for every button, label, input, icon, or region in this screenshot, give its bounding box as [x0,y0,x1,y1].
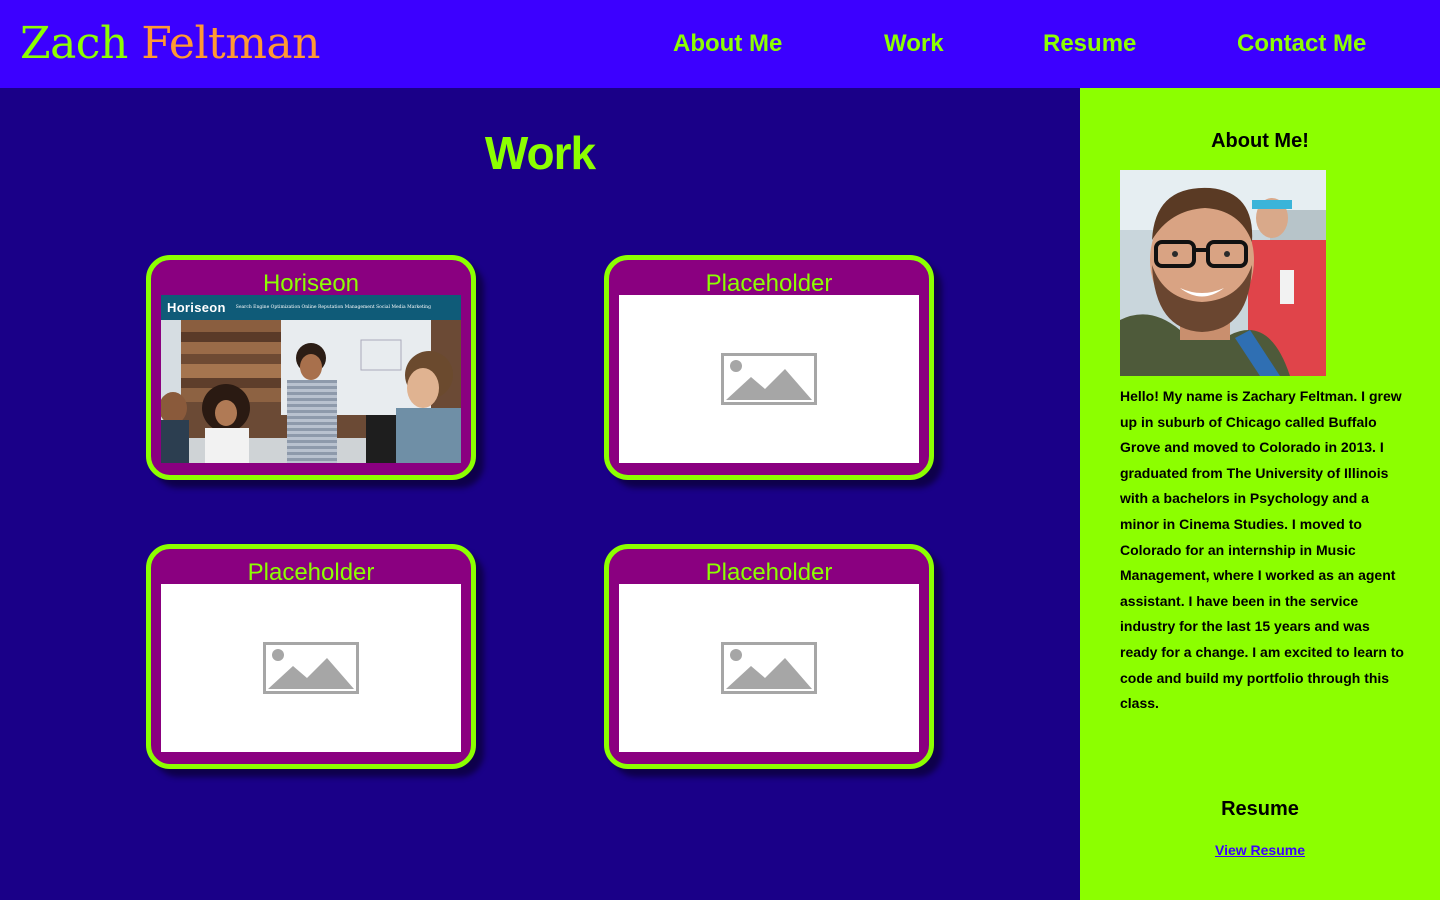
site-header: Zach Feltman About Me Work Resume Contac… [0,0,1440,88]
office-team-photo [161,320,461,463]
logo-last-name: Feltman [141,18,321,69]
nav-about-me[interactable]: About Me [673,28,782,60]
work-heading: Work [484,127,596,179]
work-card-placeholder-3[interactable]: Placeholder [604,544,934,769]
profile-photo [1120,170,1326,376]
nav-resume[interactable]: Resume [1043,28,1136,60]
bio-text: Hello! My name is Zachary Feltman. I gre… [1120,388,1404,712]
placeholder-image[interactable] [619,584,919,752]
image-placeholder-icon [721,642,817,694]
nav-work[interactable]: Work [884,28,944,60]
horiseon-nav-bar: Horiseon Search Engine Optimization Onli… [161,295,461,320]
card-title: Horiseon [262,270,360,297]
image-placeholder-icon [263,642,359,694]
horiseon-screenshot[interactable]: Horiseon Search Engine Optimization Onli… [161,295,461,463]
card-title: Placeholder [247,559,375,586]
view-resume-link[interactable]: View Resume [1080,842,1440,858]
placeholder-image[interactable] [161,584,461,752]
card-title: Placeholder [705,559,833,586]
resume-heading: Resume [1221,798,1299,820]
work-card-placeholder-2[interactable]: Placeholder [146,544,476,769]
about-sidebar: About Me! Hello! My name is Zachary Felt… [1080,88,1440,900]
placeholder-image[interactable] [619,295,919,463]
card-title: Placeholder [705,270,833,297]
site-logo[interactable]: Zach Feltman [20,18,321,70]
about-me-heading: About Me! [1211,130,1309,152]
nav-contact-me[interactable]: Contact Me [1237,28,1366,60]
work-card-horiseon[interactable]: Horiseon Horiseon Search Engine Optimiza… [146,255,476,480]
work-section: Work Horiseon Horiseon Search Engine Opt… [0,88,1080,900]
horiseon-nav-text: Search Engine Optimization Online Reputa… [235,305,431,310]
work-card-placeholder-1[interactable]: Placeholder [604,255,934,480]
horiseon-brand: Horiseon [167,300,226,315]
image-placeholder-icon [721,353,817,405]
logo-first-name: Zach [20,18,128,69]
